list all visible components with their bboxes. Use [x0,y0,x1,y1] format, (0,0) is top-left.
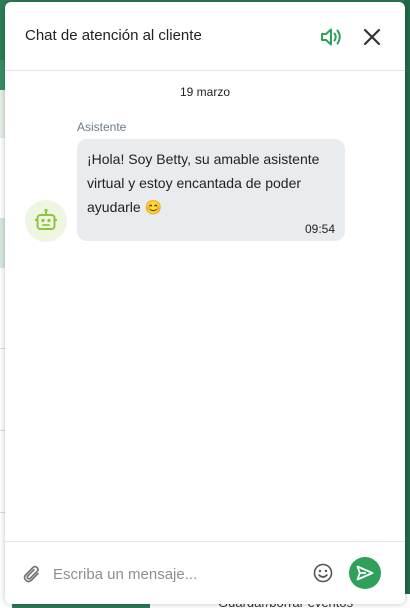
paperclip-icon[interactable] [21,563,43,585]
message-text: ¡Hola! Soy Betty, su amable asistente vi… [87,151,320,215]
message-input[interactable] [51,560,305,588]
speaker-volume-icon[interactable] [318,24,344,50]
chat-window: Chat de atención al cliente 19 marzo Asi… [5,2,405,604]
chat-title: Chat de atención al cliente [25,27,202,44]
smiley-icon[interactable] [312,562,334,584]
message-time: 09:54 [304,222,335,236]
message-sender: Asistente [77,120,127,134]
message-composer [5,541,405,604]
date-separator: 19 marzo [179,85,231,99]
close-icon[interactable] [360,25,384,49]
chat-header: Chat de atención al cliente [5,2,405,71]
send-button[interactable] [349,557,381,589]
robot-icon [25,200,67,242]
send-icon [356,565,374,581]
message-bubble: ¡Hola! Soy Betty, su amable asistente vi… [77,139,345,241]
